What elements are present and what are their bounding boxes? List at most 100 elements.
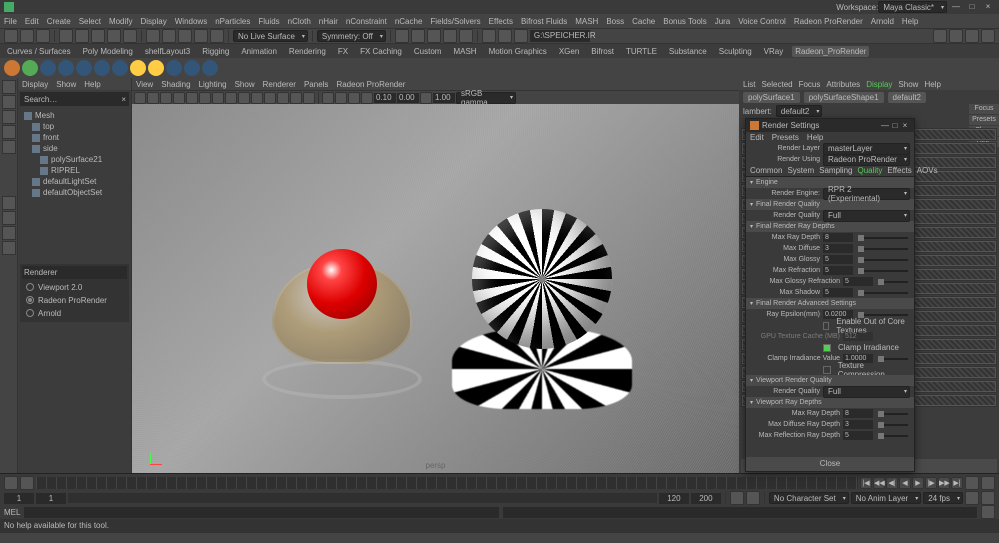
minimize-button[interactable]: — <box>949 2 963 12</box>
rs-minimize-button[interactable]: — <box>880 121 890 130</box>
slider[interactable] <box>858 292 908 294</box>
rs-rq2-combo[interactable]: Full <box>823 386 910 398</box>
tool-btn[interactable] <box>20 29 34 43</box>
menu-bonus[interactable]: Bonus Tools <box>663 17 706 26</box>
shelf-tab-active[interactable]: Radeon_ProRender <box>792 46 869 57</box>
ae-tab[interactable]: Show <box>898 80 918 89</box>
vp-tool-icon[interactable] <box>238 92 250 104</box>
tool-btn[interactable] <box>411 29 425 43</box>
gamma-combo[interactable]: sRGB gamma <box>456 92 516 104</box>
shelf-tab[interactable]: Motion Graphics <box>486 46 550 57</box>
shelf-tab[interactable]: FX <box>335 46 351 57</box>
menu-edit[interactable]: Edit <box>25 17 39 26</box>
frame-fwd-icon[interactable]: |▶ <box>925 477 937 489</box>
symmetry-combo[interactable]: Symmetry: Off <box>317 30 386 42</box>
prefs-icon[interactable] <box>981 491 995 505</box>
layout-icon[interactable] <box>2 196 16 210</box>
shelf-icon[interactable] <box>202 60 218 76</box>
menu-jura[interactable]: Jura <box>715 17 731 26</box>
renderer-item[interactable]: Radeon ProRender <box>22 294 127 307</box>
node-chip[interactable]: default2 <box>888 92 926 103</box>
vp-view[interactable]: View <box>136 80 153 89</box>
tool-btn[interactable] <box>981 29 995 43</box>
menu-effects[interactable]: Effects <box>489 17 513 26</box>
layout-icon[interactable] <box>2 211 16 225</box>
checkbox-icon[interactable] <box>823 322 829 330</box>
vp-num1[interactable]: 0.10 <box>374 93 396 103</box>
close-button[interactable]: × <box>981 2 995 12</box>
viewport-canvas[interactable]: persp <box>132 104 739 473</box>
menu-cache[interactable]: Cache <box>632 17 655 26</box>
menu-file[interactable]: File <box>4 17 17 26</box>
slider[interactable] <box>878 413 908 415</box>
ae-tab[interactable]: Focus <box>799 80 821 89</box>
shelf-tab[interactable]: FX Caching <box>357 46 405 57</box>
rs-close-button[interactable]: Close <box>746 457 914 471</box>
menu-boss[interactable]: Boss <box>606 17 624 26</box>
tool-btn[interactable] <box>933 29 947 43</box>
shelf-tab[interactable]: Sculpting <box>716 46 755 57</box>
shelf-tab[interactable]: Animation <box>238 46 280 57</box>
shelf-icon[interactable] <box>58 60 74 76</box>
rs-tab[interactable]: Sampling <box>819 166 852 175</box>
shelf-icon[interactable] <box>76 60 92 76</box>
slider[interactable] <box>858 270 908 272</box>
audio-icon[interactable] <box>981 476 995 490</box>
step-back-icon[interactable]: ◀◀ <box>873 477 885 489</box>
timeline-tool-icon[interactable] <box>4 476 18 490</box>
step-fwd-icon[interactable]: ▶▶ <box>938 477 950 489</box>
focus-button[interactable]: Focus <box>969 104 999 114</box>
rs-tab-active[interactable]: Quality <box>857 166 882 175</box>
slider[interactable] <box>858 237 908 239</box>
vp-tool-icon[interactable] <box>173 92 185 104</box>
ae-tab[interactable]: Attributes <box>826 80 860 89</box>
menu-voice[interactable]: Voice Control <box>738 17 786 26</box>
range-start-field[interactable]: 1 <box>4 493 34 504</box>
vp-tool-icon[interactable] <box>199 92 211 104</box>
scale-tool-icon[interactable] <box>2 140 16 154</box>
shelf-icon[interactable] <box>40 60 56 76</box>
shelf-tab[interactable]: Rigging <box>199 46 232 57</box>
outliner-show[interactable]: Show <box>56 80 76 89</box>
lasso-tool-icon[interactable] <box>2 95 16 109</box>
workspace-combo[interactable]: Maya Classic* <box>878 1 947 13</box>
rs-maximize-button[interactable]: □ <box>890 121 900 130</box>
timeline-tool-icon[interactable] <box>20 476 34 490</box>
rs-using-combo[interactable]: Radeon ProRender <box>823 154 910 166</box>
menu-fields[interactable]: Fields/Solvers <box>430 17 480 26</box>
menu-arnold[interactable]: Arnold <box>871 17 894 26</box>
rs-help[interactable]: Help <box>807 133 823 142</box>
live-surface-combo[interactable]: No Live Surface <box>233 30 308 42</box>
move-tool-icon[interactable] <box>2 110 16 124</box>
tool-btn[interactable] <box>146 29 160 43</box>
animlayer-combo[interactable]: No Anim Layer <box>851 492 921 504</box>
cmd-input[interactable] <box>24 507 498 518</box>
rs-titlebar[interactable]: Render Settings — □ × <box>746 119 914 132</box>
shelf-tab[interactable]: MASH <box>450 46 479 57</box>
shelf-light-icon[interactable] <box>130 60 146 76</box>
menu-rpr[interactable]: Radeon ProRender <box>794 17 863 26</box>
rs-section-fras[interactable]: Final Render Advanced Settings <box>746 298 914 309</box>
rs-section-frrd[interactable]: Final Render Ray Depths <box>746 221 914 232</box>
tool-btn[interactable] <box>965 29 979 43</box>
rs-section-vrd[interactable]: Viewport Ray Depths <box>746 397 914 408</box>
maximize-button[interactable]: □ <box>965 2 979 12</box>
tool-btn[interactable] <box>482 29 496 43</box>
tool-btn[interactable] <box>59 29 73 43</box>
rs-mgl-field[interactable]: 5 <box>823 255 853 264</box>
presets-button[interactable]: Presets <box>969 115 999 125</box>
vp-show[interactable]: Show <box>235 80 255 89</box>
layout-icon[interactable] <box>2 241 16 255</box>
cmd-label[interactable]: MEL <box>4 508 20 517</box>
tree-item[interactable]: top <box>43 122 54 131</box>
menu-mash[interactable]: MASH <box>575 17 598 26</box>
shelf-rpr-icon[interactable] <box>4 60 20 76</box>
radio-icon[interactable] <box>26 296 34 304</box>
tool-btn[interactable] <box>123 29 137 43</box>
vp-num2[interactable]: 0.00 <box>397 93 419 103</box>
rs-tab[interactable]: AOVs <box>917 166 938 175</box>
slider[interactable] <box>878 424 908 426</box>
menu-fluids[interactable]: Fluids <box>258 17 279 26</box>
vp-tool-icon[interactable] <box>322 92 334 104</box>
rs-tab[interactable]: Effects <box>887 166 911 175</box>
